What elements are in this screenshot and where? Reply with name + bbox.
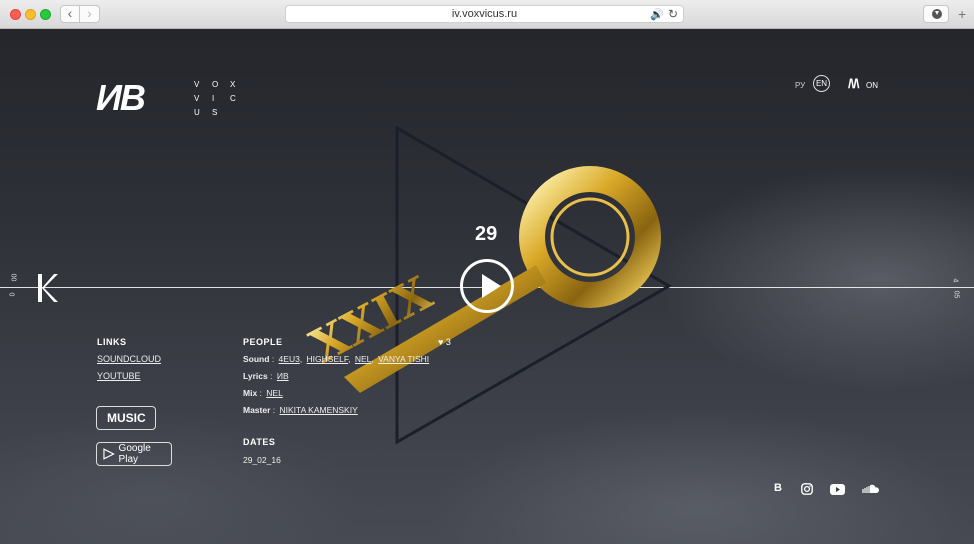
credit-name-link[interactable]: 4EU3: [279, 354, 300, 364]
apple-music-label: MUSIC: [107, 411, 146, 425]
wordmark-letter: X: [230, 80, 236, 89]
wordmark-letter: V: [194, 80, 200, 89]
address-text: iv.voxvicus.ru: [451, 8, 518, 20]
credit-mix: Mix : NEL: [243, 388, 283, 398]
minimize-window-button[interactable]: [25, 9, 36, 20]
likes-counter[interactable]: ♥ 3: [438, 337, 451, 347]
wordmark-letter: U: [194, 108, 200, 117]
page-content: ИB VOX VIC US РУ EN /\/\ ON 00 0 4 05 XX…: [0, 29, 974, 544]
forward-button[interactable]: ›: [80, 5, 100, 23]
wordmark-letter: I: [212, 94, 215, 103]
credit-name-link[interactable]: NIKITA KAMENSKIY: [280, 405, 358, 415]
credit-sound: Sound : 4EU3, HIGHSELF, NEL, VANYA TISHI: [243, 354, 430, 364]
speaker-icon[interactable]: 🔊: [650, 7, 664, 23]
total-time-bottom: 05: [952, 290, 960, 299]
credit-name-link[interactable]: NEL: [355, 354, 372, 364]
credit-role: Mix: [243, 388, 258, 398]
vox-vicus-wordmark: VOX VIC US: [194, 78, 248, 120]
vk-icon[interactable]: B: [774, 482, 782, 494]
apple-music-badge[interactable]: MUSIC: [96, 406, 156, 430]
links-heading: LINKS: [97, 337, 127, 347]
wordmark-letter: C: [230, 94, 236, 103]
credit-name-link[interactable]: HIGHSELF: [307, 354, 349, 364]
credit-name-link[interactable]: NEL: [266, 388, 283, 398]
wordmark-letter: S: [212, 108, 218, 117]
site-logo[interactable]: ИB: [96, 80, 146, 116]
credit-name-link[interactable]: ИB: [277, 371, 289, 381]
play-button[interactable]: [460, 259, 514, 313]
youtube-icon[interactable]: [830, 484, 845, 495]
skip-back-icon[interactable]: [38, 273, 60, 303]
youtube-link[interactable]: YOUTUBE: [97, 371, 141, 381]
back-button[interactable]: ‹: [60, 5, 80, 23]
new-tab-button[interactable]: +: [958, 6, 966, 22]
wordmark-letter: O: [212, 80, 219, 89]
credit-name-link[interactable]: VANYA TISHI: [378, 354, 429, 364]
likes-count: 3: [445, 337, 451, 347]
track-number: 29: [475, 223, 498, 245]
google-play-label: Google Play: [118, 443, 151, 465]
zoom-window-button[interactable]: [40, 9, 51, 20]
dates-heading: DATES: [243, 437, 276, 447]
people-heading: PEOPLE: [243, 337, 283, 347]
soundcloud-icon[interactable]: [861, 484, 879, 493]
credit-role: Lyrics: [243, 371, 268, 381]
credit-master: Master : NIKITA KAMENSKIY: [243, 405, 358, 415]
language-ru[interactable]: РУ: [795, 81, 805, 90]
heart-icon: ♥: [438, 337, 444, 347]
wordmark-letter: V: [194, 94, 200, 103]
soundcloud-link[interactable]: SOUNDCLOUD: [97, 354, 161, 364]
credit-role: Sound: [243, 354, 270, 364]
browser-toolbar: ‹ › iv.voxvicus.ru 🔊 ↻ +: [0, 0, 974, 29]
release-date: 29_02_16: [243, 455, 281, 465]
downloads-button[interactable]: [923, 5, 949, 23]
language-en[interactable]: EN: [813, 75, 830, 92]
sound-state[interactable]: ON: [866, 81, 878, 90]
google-play-icon: [103, 448, 115, 460]
elapsed-time-bottom: 0: [7, 292, 15, 297]
wordmark-row: VIC: [194, 92, 248, 106]
credit-role: Master: [243, 405, 271, 415]
google-play-badge[interactable]: Google Play: [96, 442, 172, 466]
sound-wave-icon[interactable]: /\/\: [848, 76, 859, 91]
close-window-button[interactable]: [10, 9, 21, 20]
wordmark-row: US: [194, 106, 248, 120]
download-icon: [932, 9, 942, 19]
total-time-top: 4: [951, 278, 959, 283]
address-bar[interactable]: iv.voxvicus.ru 🔊 ↻: [285, 5, 684, 23]
reload-icon[interactable]: ↻: [668, 6, 678, 22]
instagram-icon[interactable]: [801, 483, 813, 495]
credit-lyrics: Lyrics : ИB: [243, 371, 289, 381]
elapsed-time-top: 00: [9, 273, 17, 282]
wordmark-row: VOX: [194, 78, 248, 92]
